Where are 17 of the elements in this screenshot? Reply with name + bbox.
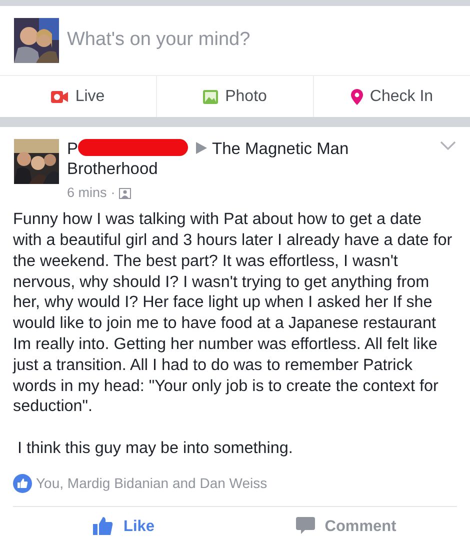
group-name[interactable]: Brotherhood bbox=[67, 160, 158, 178]
audience-icon bbox=[119, 188, 132, 199]
photo-icon bbox=[203, 90, 218, 104]
post-text: Funny how I was talking with Pat about how to get a date with a beautiful girl and 3 hours later I already have a date for the weekend. The best part? It was effortless, I wasn't nervous, why should I? I wasn't trying to get anything from her, why would I? Her face light up when I asked her If she would like to join me to have food at a Japanese restaurant Im really into. Getting her number was effortless. All felt like just a transition. All I had to do was to remember Patrick words in my head: "Your only job is to create the context for seduction". bbox=[13, 209, 453, 418]
avatar[interactable] bbox=[14, 139, 59, 184]
post-text: I think this guy may be into something. bbox=[16, 438, 294, 459]
location-pin-icon bbox=[350, 88, 363, 104]
thumbs-up-icon bbox=[93, 517, 114, 536]
like-icon bbox=[13, 474, 32, 493]
status-input-field[interactable]: What's on your mind? bbox=[67, 26, 456, 55]
video-camera-icon bbox=[51, 90, 68, 102]
group-name[interactable]: The Magnetic Man bbox=[212, 140, 349, 158]
avatar[interactable] bbox=[14, 18, 59, 63]
author-name[interactable]: P bbox=[67, 140, 78, 158]
speech-bubble-icon bbox=[296, 517, 315, 536]
separator-dot: · bbox=[110, 184, 116, 202]
arrow-right-icon bbox=[196, 142, 208, 154]
